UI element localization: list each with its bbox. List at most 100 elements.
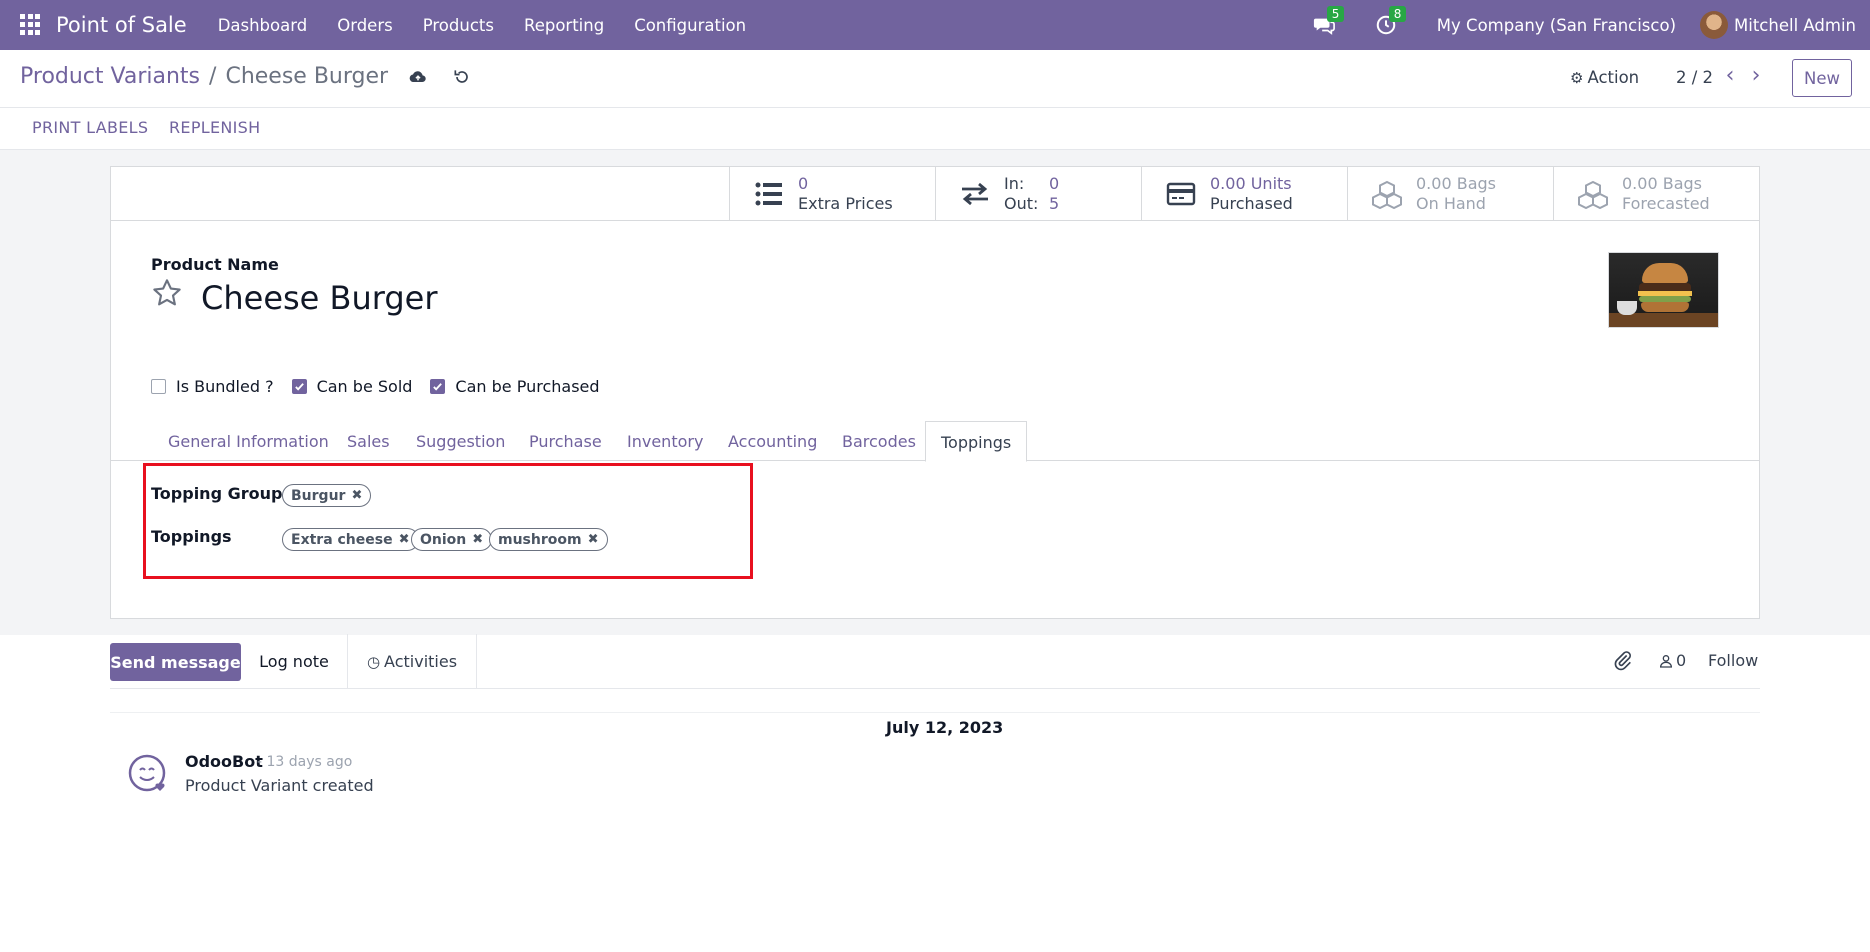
in-label: In: [1004,174,1025,193]
date-separator-text: July 12, 2023 [886,718,1004,737]
menu-reporting[interactable]: Reporting [509,16,619,35]
tab-barcodes[interactable]: Barcodes [842,421,916,461]
clock-icon: ◷ [366,652,381,671]
save-cloud-icon[interactable] [408,67,428,87]
purchased-label: Purchased [1210,194,1293,213]
followers-button[interactable]: 0 [1658,651,1686,670]
print-labels-button[interactable]: PRINT LABELS [32,118,148,137]
product-name-field[interactable]: Cheese Burger [201,279,438,317]
new-record-button[interactable]: New [1792,59,1852,97]
topping-group-tag[interactable]: Burgur ✖ [282,484,372,507]
cubes-icon [1372,179,1402,209]
form-statusbar: PRINT LABELS REPLENISH [0,108,1870,150]
apps-grid-icon[interactable] [20,14,42,36]
company-switcher[interactable]: My Company (San Francisco) [1437,16,1676,35]
credit-card-icon [1166,179,1196,209]
on-hand-label: On Hand [1416,194,1486,213]
followers-count: 0 [1676,651,1687,670]
activities-badge: 8 [1388,6,1407,22]
activities-label: Activities [384,652,458,671]
message-author[interactable]: OdooBot [185,752,263,771]
in-out-smart-button[interactable]: In: 0 Out: 5 [935,167,1141,221]
exchange-arrows-icon [960,179,990,209]
topping-group-label: Topping Group [151,484,283,503]
pager-previous-icon[interactable]: ‹ [1720,64,1740,88]
out-label: Out: [1004,194,1039,213]
toppings-highlight-box [143,463,753,579]
action-menu-button[interactable]: ⚙ Action [1570,68,1639,87]
tab-sales[interactable]: Sales [347,421,390,461]
cubes-icon [1578,179,1608,209]
extra-prices-label: Extra Prices [798,194,893,213]
activities-clock-icon[interactable]: 8 [1375,6,1407,36]
extra-prices-value: 0 [798,174,809,193]
pager-next-icon[interactable]: › [1746,64,1766,88]
can-be-sold-checkbox[interactable]: Can be Sold [291,377,412,396]
topping-tag[interactable]: Extra cheese ✖ [282,528,419,551]
is-bundled-label: Is Bundled ? [176,377,274,396]
tag-text: Onion [420,531,467,548]
tab-suggestion[interactable]: Suggestion [416,421,505,461]
checkbox-unchecked-icon[interactable] [151,379,166,394]
menu-configuration[interactable]: Configuration [619,16,761,35]
menu-products[interactable]: Products [408,16,509,35]
user-icon [1659,654,1673,668]
can-be-purchased-label: Can be Purchased [455,377,600,396]
extra-prices-smart-button[interactable]: 0 Extra Prices [729,167,935,221]
menu-orders[interactable]: Orders [322,16,408,35]
tag-remove-icon[interactable]: ✖ [399,532,410,547]
favorite-star-icon[interactable] [151,277,183,309]
checkbox-checked-icon[interactable] [291,379,307,394]
breadcrumb: Product Variants / Cheese Burger [20,64,472,89]
tag-remove-icon[interactable]: ✖ [351,488,362,503]
topping-tag[interactable]: Onion ✖ [411,528,493,551]
tab-inventory[interactable]: Inventory [627,421,703,461]
on-hand-smart-button[interactable]: 0.00 Bags On Hand [1347,167,1553,221]
purchased-smart-button[interactable]: 0.00 Units Purchased [1141,167,1347,221]
send-message-button[interactable]: Send message [110,643,241,681]
log-note-button[interactable]: Log note [241,634,348,689]
checkbox-checked-icon[interactable] [430,379,446,394]
tag-text: Extra cheese [291,531,393,548]
follow-button[interactable]: Follow [1708,651,1758,670]
toppings-label: Toppings [151,527,232,546]
smart-buttons-row: 0 Extra Prices In: 0 Out: 5 0.00 Units P… [111,167,1759,221]
tab-accounting[interactable]: Accounting [728,421,817,461]
product-flags: Is Bundled ? Can be Sold Can be Purchase… [151,377,618,396]
tag-remove-icon[interactable]: ✖ [588,532,599,547]
user-menu[interactable]: Mitchell Admin [1734,16,1856,35]
user-avatar[interactable] [1700,11,1729,39]
notebook-tabs: General Information Sales Suggestion Pur… [111,421,1759,462]
paperclip-icon[interactable] [1612,650,1634,672]
chatter-topbar: Send message Log note ◷ Activities 0 Fol… [110,634,1760,689]
messages-icon[interactable]: 5 [1313,6,1345,36]
message-time: - 13 days ago [257,754,353,770]
tag-text: Burgur [291,487,346,504]
odoobot-avatar-icon [127,752,169,794]
tab-purchase[interactable]: Purchase [529,421,602,461]
breadcrumb-current: Cheese Burger [225,64,389,89]
purchased-value: 0.00 Units [1210,174,1292,193]
topping-tag[interactable]: mushroom ✖ [489,528,608,551]
date-separator: July 12, 2023 [110,712,1760,744]
tab-general-information[interactable]: General Information [168,421,329,461]
menu-dashboard[interactable]: Dashboard [203,16,323,35]
pager-value[interactable]: 2 / 2 [1676,68,1713,87]
tag-remove-icon[interactable]: ✖ [472,532,483,547]
breadcrumb-parent-link[interactable]: Product Variants [20,64,200,89]
product-image[interactable] [1608,252,1719,328]
breadcrumb-separator: / [209,64,217,89]
discard-undo-icon[interactable] [452,67,472,87]
messages-badge: 5 [1326,6,1345,22]
activities-button[interactable]: ◷ Activities [348,634,477,689]
replenish-button[interactable]: REPLENISH [169,118,260,137]
gear-icon: ⚙ [1570,68,1584,87]
is-bundled-checkbox[interactable]: Is Bundled ? [151,377,274,396]
main-menu: Dashboard Orders Products Reporting Conf… [203,16,761,35]
list-icon [754,179,784,209]
app-name[interactable]: Point of Sale [56,13,187,37]
forecasted-smart-button[interactable]: 0.00 Bags Forecasted [1553,167,1759,221]
can-be-purchased-checkbox[interactable]: Can be Purchased [430,377,600,396]
tab-toppings[interactable]: Toppings [925,421,1028,462]
top-navbar: Point of Sale Dashboard Orders Products … [0,0,1870,50]
